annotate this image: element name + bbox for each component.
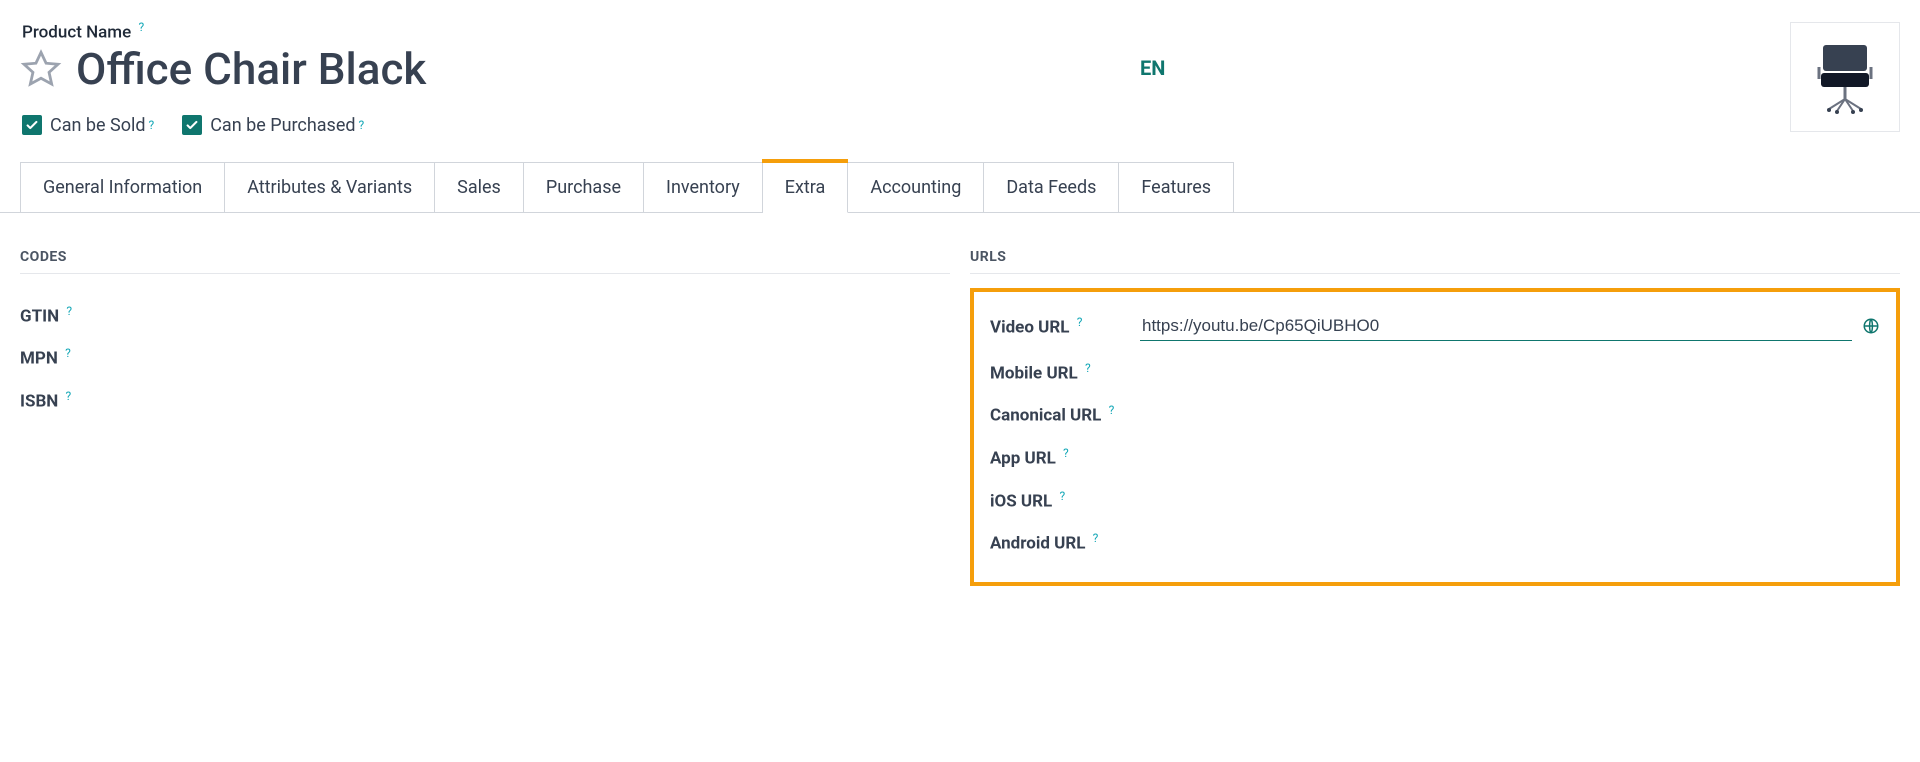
isbn-label-text: ISBN xyxy=(20,392,58,412)
tab-inventory[interactable]: Inventory xyxy=(644,162,763,212)
help-icon[interactable]: ? xyxy=(65,346,71,360)
mpn-label-text: MPN xyxy=(20,349,58,369)
checkmark-icon xyxy=(182,115,202,135)
help-icon[interactable]: ? xyxy=(1085,361,1091,375)
product-name-label-text: Product Name xyxy=(22,23,131,43)
checkmark-icon xyxy=(22,115,42,135)
help-icon[interactable]: ? xyxy=(1059,489,1065,503)
video-url-input[interactable] xyxy=(1140,312,1852,341)
android-url-label: Android URL ? xyxy=(990,531,1140,554)
gtin-label-text: GTIN xyxy=(20,306,59,326)
tab-general-information[interactable]: General Information xyxy=(20,162,225,212)
help-icon[interactable]: ? xyxy=(1077,315,1083,329)
product-image[interactable] xyxy=(1790,22,1900,132)
help-icon[interactable]: ? xyxy=(359,118,365,132)
ios-url-label-text: iOS URL xyxy=(990,491,1052,511)
help-icon[interactable]: ? xyxy=(1109,403,1115,417)
canonical-url-label: Canonical URL ? xyxy=(990,403,1140,426)
globe-icon[interactable] xyxy=(1862,317,1880,335)
help-icon[interactable]: ? xyxy=(1063,446,1069,460)
can-be-sold-checkbox[interactable]: Can be Sold ? xyxy=(22,115,154,136)
video-url-label-text: Video URL xyxy=(990,317,1069,337)
tab-bar: General Information Attributes & Variant… xyxy=(0,162,1920,213)
tab-sales[interactable]: Sales xyxy=(435,162,524,212)
favorite-star-icon[interactable] xyxy=(20,48,62,90)
ios-url-label: iOS URL ? xyxy=(990,489,1140,512)
help-icon[interactable]: ? xyxy=(149,118,155,132)
tab-accounting[interactable]: Accounting xyxy=(848,162,984,212)
language-badge[interactable]: EN xyxy=(1140,56,1165,80)
gtin-label: GTIN ? xyxy=(20,304,170,327)
mobile-url-label: Mobile URL ? xyxy=(990,361,1140,384)
mpn-label: MPN ? xyxy=(20,346,170,369)
tab-purchase[interactable]: Purchase xyxy=(524,162,644,212)
app-url-label: App URL ? xyxy=(990,446,1140,469)
help-icon[interactable]: ? xyxy=(1093,531,1099,545)
help-icon[interactable]: ? xyxy=(66,304,72,318)
can-be-purchased-checkbox[interactable]: Can be Purchased ? xyxy=(182,115,364,136)
can-be-purchased-label: Can be Purchased xyxy=(210,115,355,136)
section-title-urls: URLS xyxy=(970,249,1900,274)
product-title[interactable]: Office Chair Black xyxy=(76,47,426,91)
tab-attributes-variants[interactable]: Attributes & Variants xyxy=(225,162,435,212)
tab-data-feeds[interactable]: Data Feeds xyxy=(984,162,1119,212)
canonical-url-label-text: Canonical URL xyxy=(990,406,1101,426)
android-url-label-text: Android URL xyxy=(990,534,1085,554)
can-be-sold-label: Can be Sold xyxy=(50,115,146,136)
product-name-label: Product Name ? xyxy=(20,20,1900,43)
app-url-label-text: App URL xyxy=(990,449,1056,469)
video-url-label: Video URL ? xyxy=(990,315,1140,338)
tab-features[interactable]: Features xyxy=(1119,162,1234,212)
help-icon[interactable]: ? xyxy=(138,20,144,34)
tab-extra[interactable]: Extra xyxy=(763,162,849,213)
isbn-label: ISBN ? xyxy=(20,389,170,412)
urls-highlight-box: Video URL ? xyxy=(970,288,1900,586)
section-title-codes: CODES xyxy=(20,249,950,274)
mobile-url-label-text: Mobile URL xyxy=(990,363,1078,383)
help-icon[interactable]: ? xyxy=(66,389,72,403)
